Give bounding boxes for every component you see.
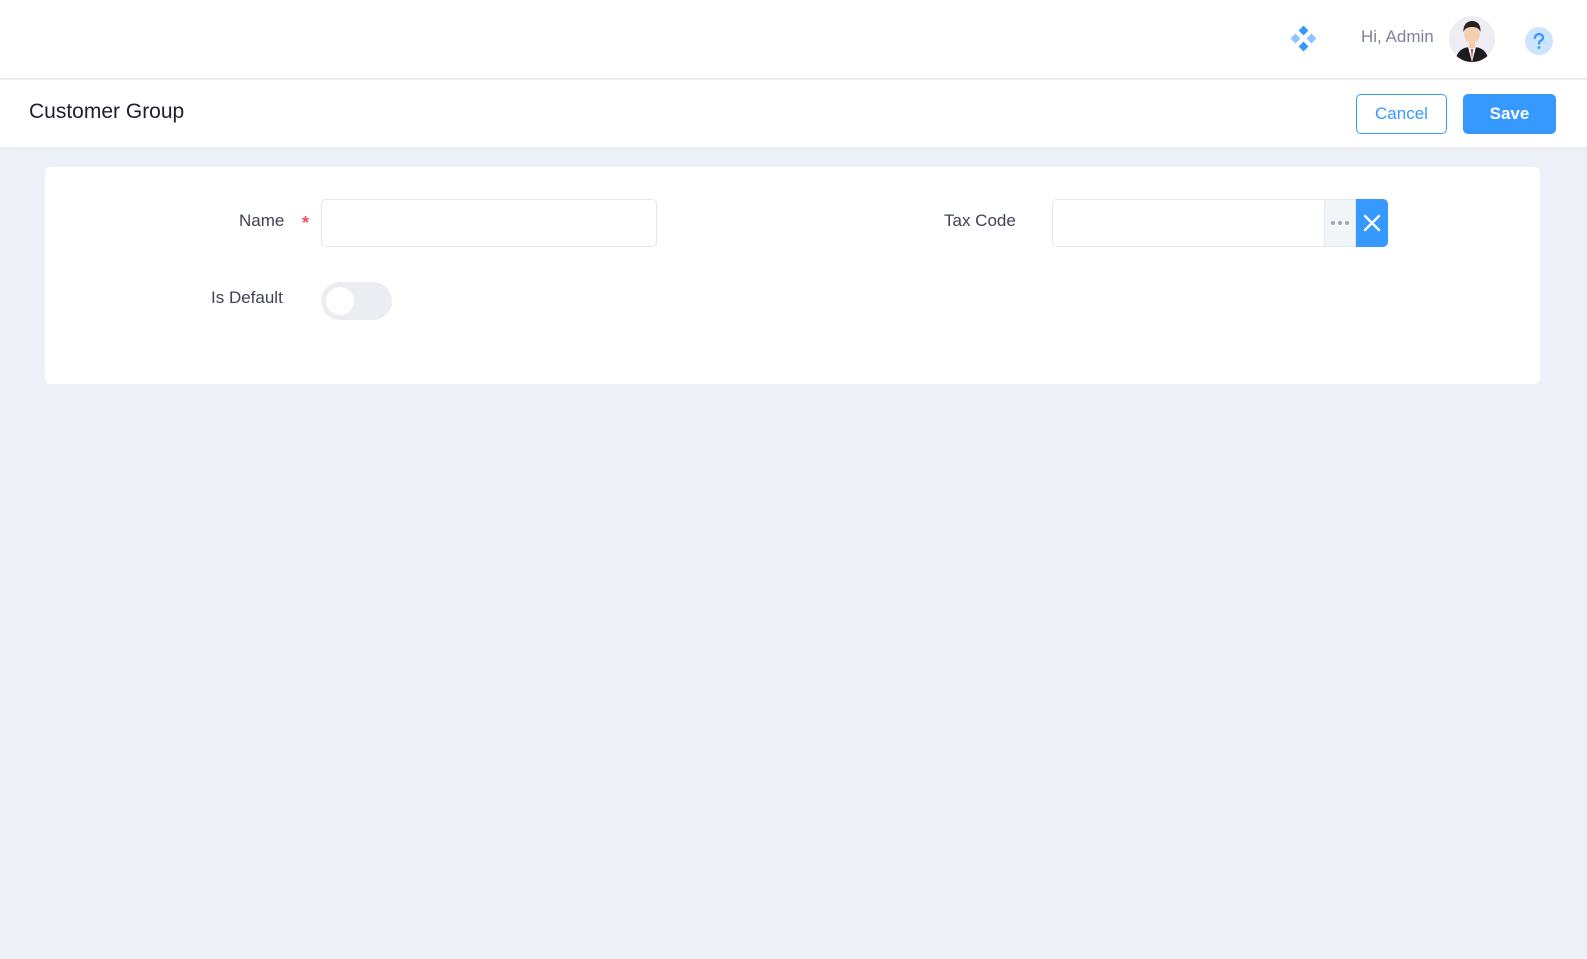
tax-code-input[interactable]	[1052, 199, 1324, 247]
ellipsis-icon[interactable]	[1324, 199, 1356, 247]
name-input[interactable]	[321, 199, 657, 247]
top-bar: Hi, Admin	[0, 0, 1587, 79]
toggle-knob	[326, 287, 354, 315]
close-icon[interactable]	[1356, 199, 1388, 247]
tax-code-label: Tax Code	[944, 211, 1016, 230]
page-title: Customer Group	[29, 100, 185, 123]
is-default-label: Is Default	[211, 288, 283, 307]
user-avatar[interactable]	[1449, 16, 1495, 62]
apps-diamond-icon[interactable]	[1290, 25, 1317, 52]
page-header: Customer Group Cancel Save	[0, 80, 1587, 147]
is-default-toggle[interactable]	[321, 282, 392, 320]
save-button[interactable]: Save	[1463, 94, 1556, 134]
tax-code-lookup	[1052, 199, 1388, 247]
cancel-button[interactable]: Cancel	[1356, 94, 1447, 134]
required-mark: *	[302, 213, 310, 233]
form-card: Name * Tax Code Is Default	[45, 167, 1540, 384]
user-greeting[interactable]: Hi, Admin	[1361, 27, 1434, 47]
name-label: Name	[239, 211, 285, 230]
help-question-icon[interactable]	[1525, 27, 1553, 55]
